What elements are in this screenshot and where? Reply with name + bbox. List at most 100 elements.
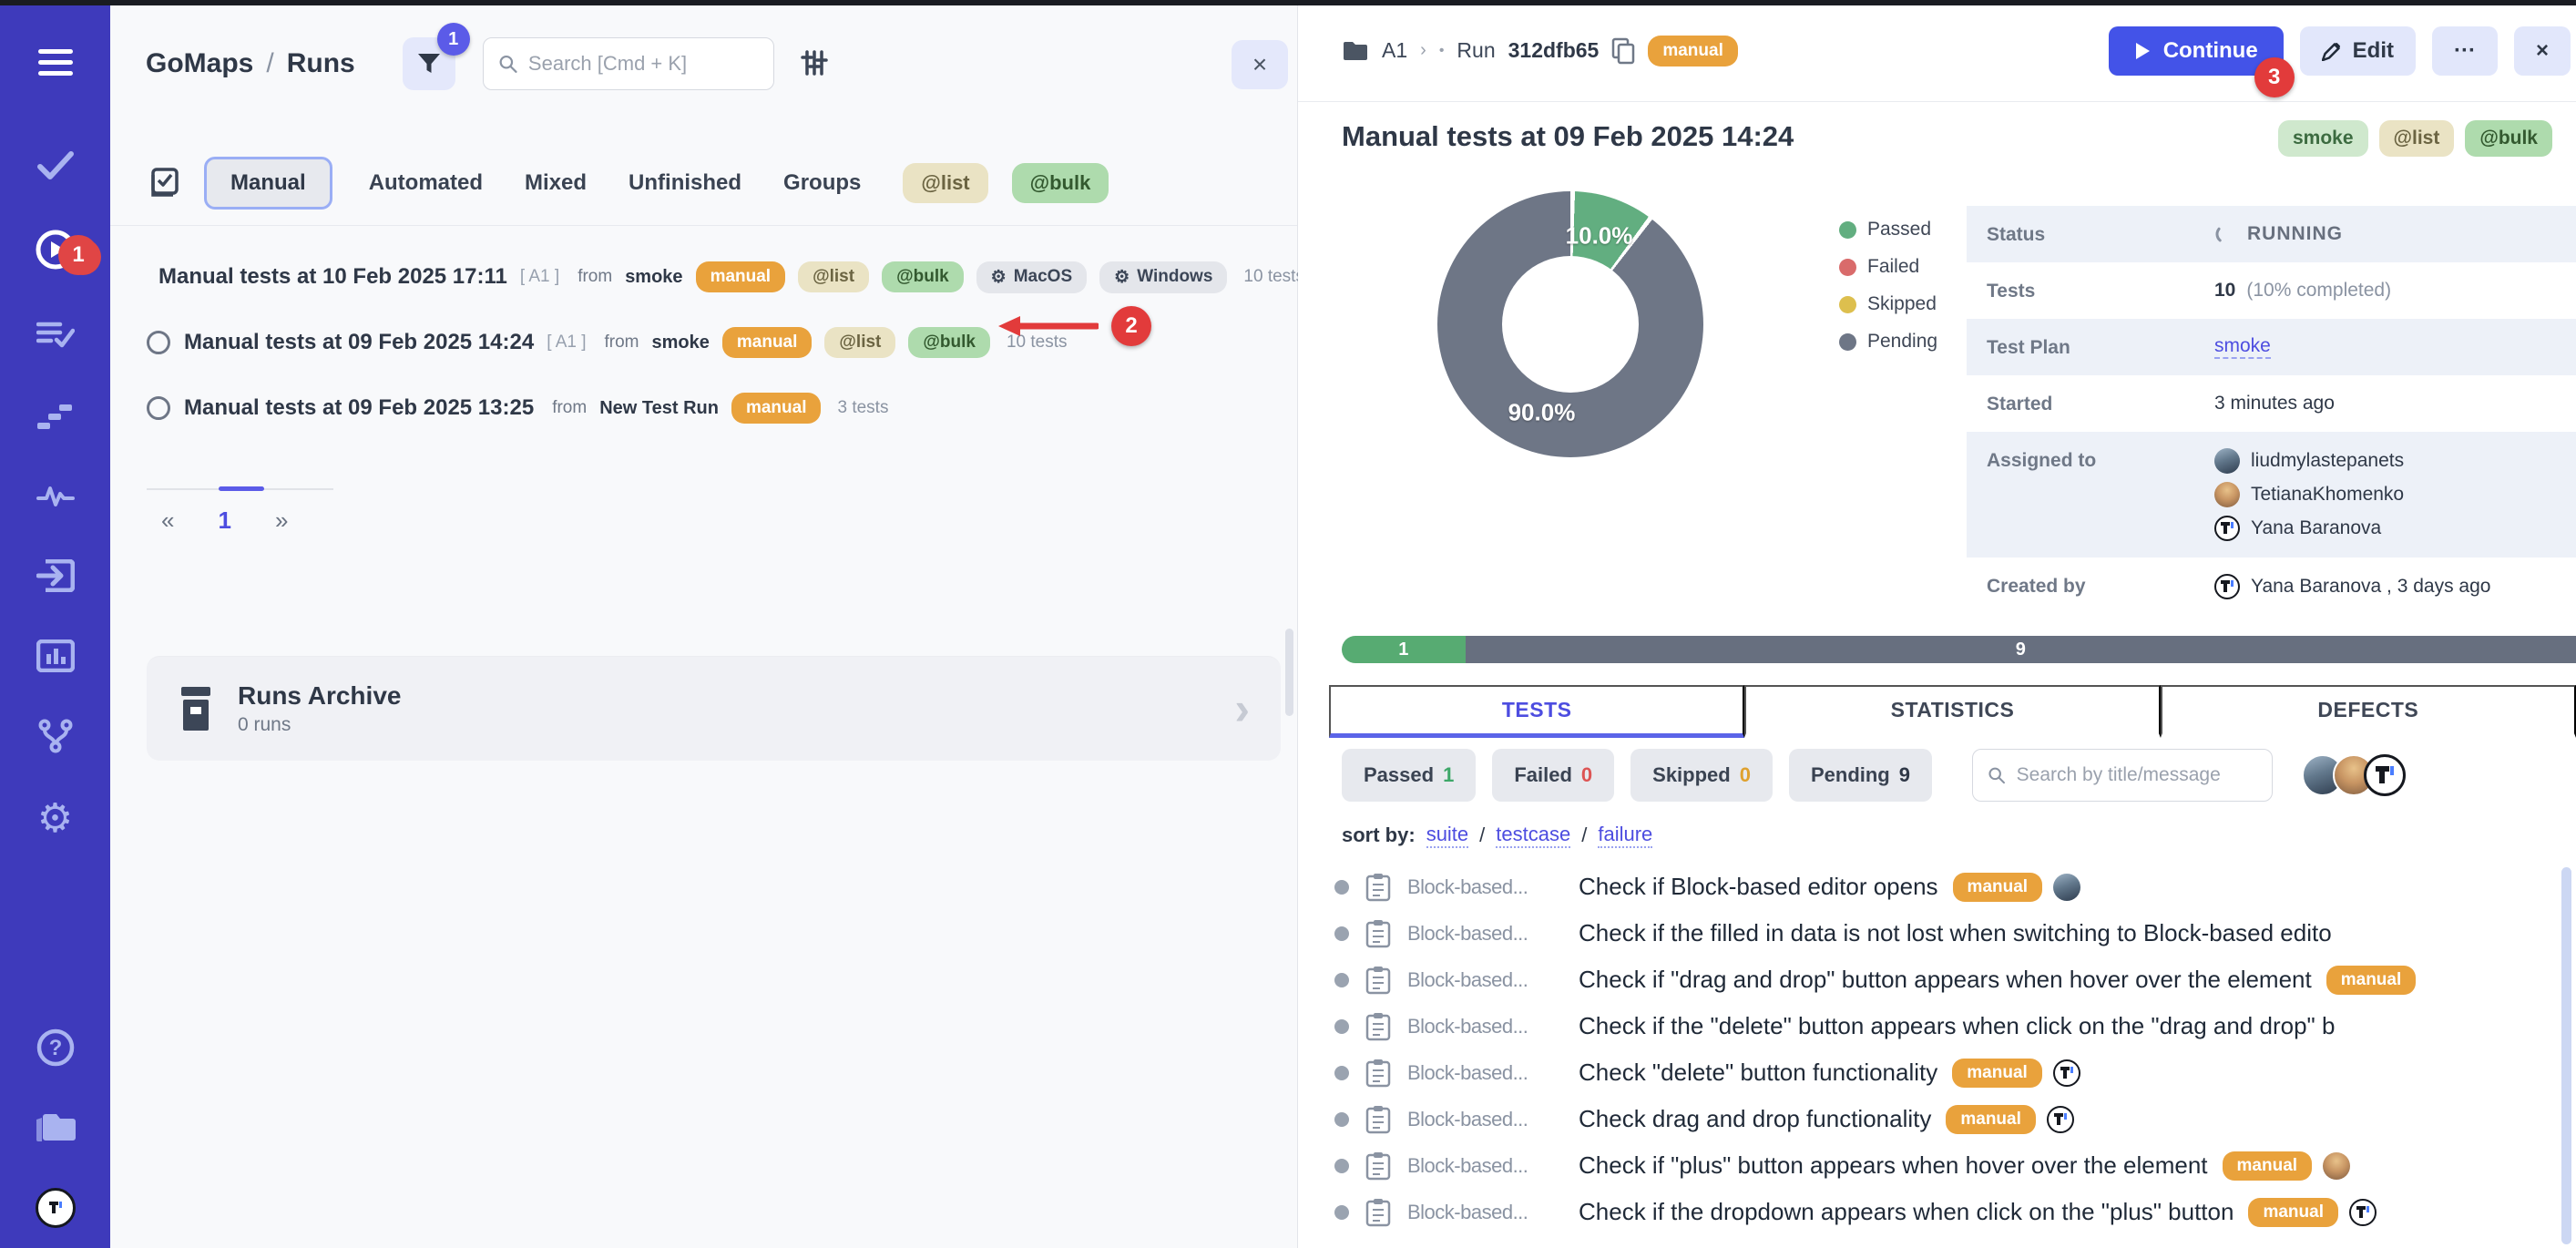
close-run-button[interactable]: × xyxy=(2514,26,2571,76)
tab-tests[interactable]: TESTS xyxy=(1329,685,1744,738)
test-row[interactable]: Block-based... Check if Block-based edit… xyxy=(1334,864,2558,910)
test-title: Check if the filled in data is not lost … xyxy=(1579,919,2332,947)
breadcrumb: GoMaps / Runs xyxy=(146,48,355,79)
gear-icon[interactable]: ⚙ xyxy=(34,796,77,840)
list-tag[interactable]: @list xyxy=(2379,120,2455,157)
results-donut-chart: 10.0%90.0% xyxy=(1437,191,1703,457)
breadcrumb-suite[interactable]: A1 xyxy=(1382,38,1407,63)
tab-unfinished[interactable]: Unfinished xyxy=(629,170,741,196)
sort-by-suite[interactable]: suite xyxy=(1426,823,1468,848)
sort-by-testcase[interactable]: testcase xyxy=(1496,823,1570,848)
tab-statistics[interactable]: STATISTICS xyxy=(1744,685,2160,738)
filter-failed[interactable]: Failed0 xyxy=(1492,749,1614,802)
scrollbar-thumb[interactable] xyxy=(1285,629,1293,716)
continue-button[interactable]: Continue 3 xyxy=(2109,26,2284,76)
chevron-right-icon: › xyxy=(1420,40,1426,61)
test-row[interactable]: Block-based... Check if the "delete" but… xyxy=(1334,1003,2558,1049)
test-plan-link[interactable]: smoke xyxy=(2214,335,2271,359)
created-by-value: Yana Baranova , 3 days ago xyxy=(2251,576,2490,598)
project-name[interactable]: GoMaps xyxy=(146,48,253,79)
run-breadcrumb: A1 › • Run 312dfb65 manual xyxy=(1342,36,1738,66)
testcase-icon xyxy=(1365,1105,1391,1134)
test-title: Check if the dropdown appears when click… xyxy=(1579,1198,2234,1226)
test-row[interactable]: Block-based... Check if the dropdown app… xyxy=(1334,1189,2558,1235)
run-source: smoke xyxy=(652,332,710,353)
test-row[interactable]: Block-based... Check "delete" button fun… xyxy=(1334,1049,2558,1096)
filter-count-badge: 1 xyxy=(437,23,470,56)
detail-row-plan: Test Plan smoke xyxy=(1967,319,2576,375)
manual-badge: manual xyxy=(2248,1198,2338,1227)
manual-badge: manual xyxy=(1953,873,2043,902)
runs-list-panel: GoMaps / Runs 1 × Manual Automated Mixed… xyxy=(110,0,1298,1248)
folder-icon xyxy=(1342,40,1369,62)
tab-tag-bulk[interactable]: @bulk xyxy=(1012,163,1109,203)
branch-icon[interactable] xyxy=(34,714,77,758)
filter-pending[interactable]: Pending9 xyxy=(1789,749,1932,802)
test-row[interactable]: Block-based... Check if "plus" button ap… xyxy=(1334,1142,2558,1189)
run-source: smoke xyxy=(625,267,682,288)
filter-button[interactable]: 1 xyxy=(403,37,455,90)
select-runs-icon[interactable] xyxy=(146,166,180,200)
pagination-page-1[interactable]: 1 xyxy=(218,506,230,535)
close-panel-button[interactable]: × xyxy=(1232,40,1288,89)
detail-row-created: Created by Yana Baranova , 3 days ago xyxy=(1967,558,2576,616)
steps-icon[interactable] xyxy=(34,394,77,438)
filter-passed[interactable]: Passed1 xyxy=(1342,749,1476,802)
avatar xyxy=(2214,448,2240,474)
smoke-tag[interactable]: smoke xyxy=(2278,120,2368,157)
copy-icon[interactable] xyxy=(1611,37,1635,65)
run-running-icon xyxy=(146,330,171,355)
bulk-tag[interactable]: @bulk xyxy=(2465,120,2552,157)
sign-in-icon[interactable] xyxy=(34,554,77,598)
view-settings-icon[interactable] xyxy=(800,48,829,80)
run-row[interactable]: Manual tests at 09 Feb 2025 13:25 from N… xyxy=(146,375,1288,441)
test-row[interactable]: Block-based... Check if the filled in da… xyxy=(1334,910,2558,956)
menu-icon[interactable] xyxy=(34,41,77,85)
run-title-heading: Manual tests at 09 Feb 2025 14:24 xyxy=(1342,120,1794,153)
tab-mixed[interactable]: Mixed xyxy=(525,170,587,196)
pulse-icon[interactable] xyxy=(34,475,77,518)
pagination-next[interactable]: » xyxy=(275,506,288,535)
run-row[interactable]: Manual tests at 10 Feb 2025 17:11 [ A1 ]… xyxy=(146,244,1288,310)
tab-manual[interactable]: Manual xyxy=(204,157,332,210)
check-icon[interactable] xyxy=(34,144,77,188)
runs-archive-card[interactable]: Runs Archive 0 runs › xyxy=(147,656,1281,761)
sort-by-failure[interactable]: failure xyxy=(1598,823,1652,848)
test-row[interactable]: Block-based... Check drag and drop funct… xyxy=(1334,1096,2558,1142)
scrollbar-thumb[interactable] xyxy=(2561,867,2571,1244)
list-tag-badge: @list xyxy=(824,327,895,358)
runs-header: GoMaps / Runs 1 × xyxy=(146,27,1288,100)
sort-label: sort by: xyxy=(1342,823,1416,847)
list-check-icon[interactable] xyxy=(34,313,77,357)
edit-button[interactable]: Edit xyxy=(2300,26,2416,76)
legend-passed: Passed xyxy=(1839,219,1937,240)
run-type-tabs: Manual Automated Mixed Unfinished Groups… xyxy=(146,153,1279,213)
testcase-icon xyxy=(1365,919,1391,948)
more-button[interactable]: ··· xyxy=(2432,26,2498,76)
filter-skipped[interactable]: Skipped0 xyxy=(1630,749,1773,802)
avatar xyxy=(2053,1059,2080,1087)
test-row[interactable]: Block-based... Check if "drag and drop" … xyxy=(1334,956,2558,1003)
run-details-header: A1 › • Run 312dfb65 manual Continue 3 Ed… xyxy=(1298,0,2576,102)
play-icon xyxy=(2134,42,2151,60)
run-progress-bar: 1 9 xyxy=(1342,636,2576,663)
assignee-avatars[interactable] xyxy=(2313,754,2406,796)
folder-icon[interactable] xyxy=(34,1106,77,1150)
help-icon[interactable]: ? xyxy=(34,1026,77,1069)
chart-icon[interactable] xyxy=(34,634,77,678)
tab-groups[interactable]: Groups xyxy=(783,170,861,196)
runs-search-input[interactable] xyxy=(528,52,759,76)
macos-badge: ⚙MacOS xyxy=(976,261,1087,293)
pagination-prev[interactable]: « xyxy=(161,506,174,535)
pending-status-dot xyxy=(1334,973,1349,987)
tests-search-input[interactable] xyxy=(2017,764,2257,786)
progress-pending-segment: 9 xyxy=(1466,636,2576,663)
tab-defects[interactable]: DEFECTS xyxy=(2161,685,2576,738)
avatar xyxy=(2053,874,2080,901)
testcase-icon xyxy=(1365,873,1391,902)
detail-row-assigned: Assigned to liudmylastepanets TetianaKho… xyxy=(1967,432,2576,558)
tab-automated[interactable]: Automated xyxy=(369,170,483,196)
tab-tag-list[interactable]: @list xyxy=(903,163,987,203)
list-tag-badge: @list xyxy=(798,261,869,292)
logo-avatar[interactable] xyxy=(34,1186,77,1230)
